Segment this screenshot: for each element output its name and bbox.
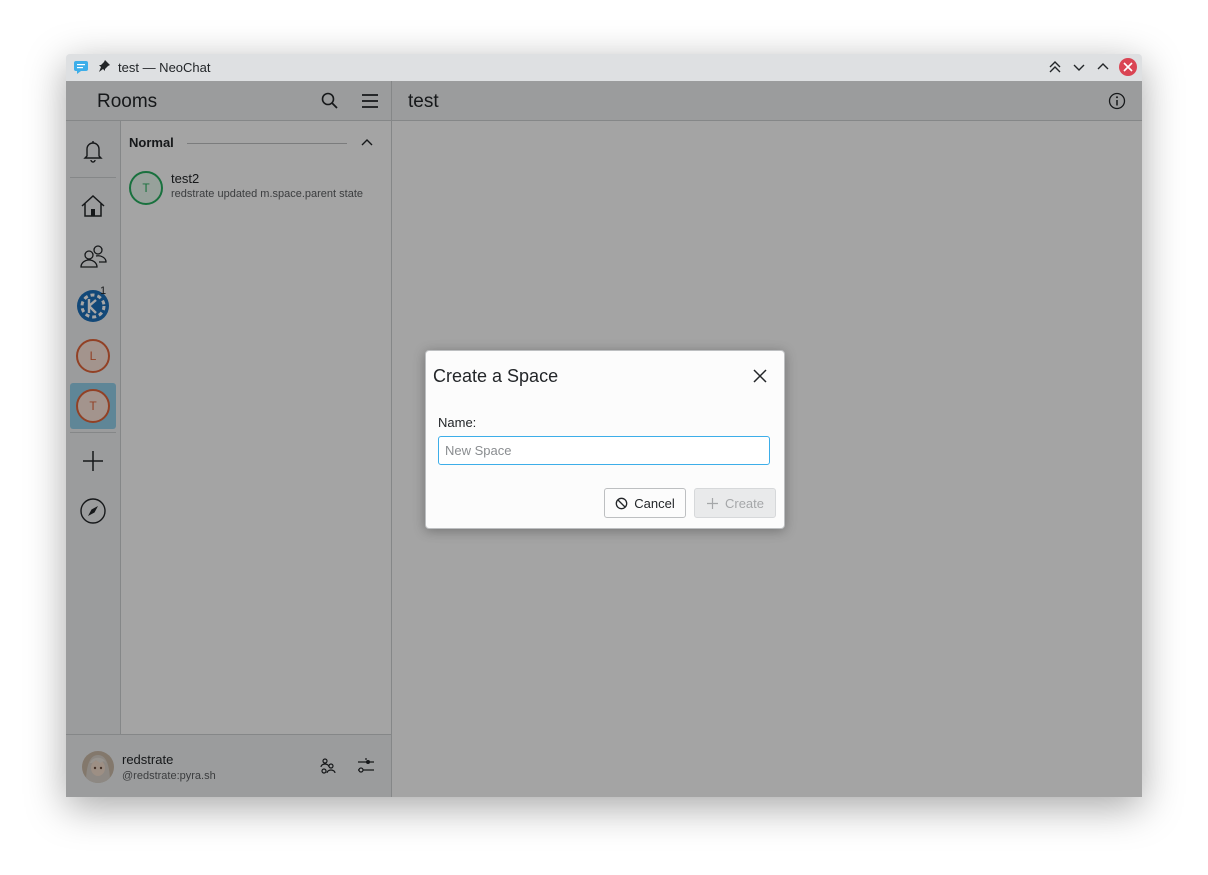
minimize-icon[interactable] — [1071, 59, 1087, 75]
cancel-label: Cancel — [634, 495, 675, 511]
keep-above-icon[interactable] — [1047, 59, 1063, 75]
neochat-app-icon — [74, 61, 88, 74]
cancel-icon — [615, 497, 628, 509]
space-name-input[interactable] — [438, 436, 770, 465]
create-label: Create — [724, 495, 765, 511]
name-label: Name: — [438, 415, 477, 430]
maximize-icon[interactable] — [1095, 59, 1111, 75]
neochat-window: test — NeoChat Rooms test 1 L T Normal T… — [66, 54, 1142, 797]
dialog-title: Create a Space — [433, 366, 559, 386]
close-window-button[interactable] — [1119, 58, 1137, 76]
cancel-button[interactable]: Cancel — [604, 488, 686, 518]
pin-icon[interactable] — [97, 59, 111, 73]
create-space-dialog: Create a Space Name: Cancel Create — [425, 350, 785, 529]
close-icon[interactable] — [750, 366, 770, 386]
plus-icon — [706, 497, 718, 509]
close-icon — [1123, 62, 1133, 72]
create-button[interactable]: Create — [694, 488, 776, 518]
window-title: test — NeoChat — [118, 60, 211, 75]
titlebar[interactable]: test — NeoChat — [66, 54, 1142, 81]
